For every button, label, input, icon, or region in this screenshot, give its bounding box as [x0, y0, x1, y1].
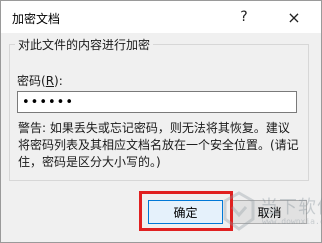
password-label-suffix: ):	[54, 74, 63, 88]
title-bar: 加密文档 ? ×	[1, 1, 321, 33]
close-button[interactable]: ×	[283, 7, 305, 27]
cancel-button[interactable]: 取消	[232, 200, 307, 224]
group-label: 对此文件的内容进行加密	[15, 36, 154, 53]
dialog-title: 加密文档	[12, 12, 61, 26]
password-label-prefix: 密码(	[17, 74, 46, 88]
warning-text: 警告: 如果丢失或忘记密码，则无法将其恢复。建议将密码列表及其相应文档名放在一个…	[18, 121, 299, 169]
password-label-accesskey: R	[45, 74, 55, 88]
password-field[interactable]	[17, 91, 297, 113]
password-label: 密码(R):	[17, 72, 63, 89]
help-button[interactable]: ?	[233, 7, 255, 27]
ok-button[interactable]: 确定	[148, 200, 223, 224]
